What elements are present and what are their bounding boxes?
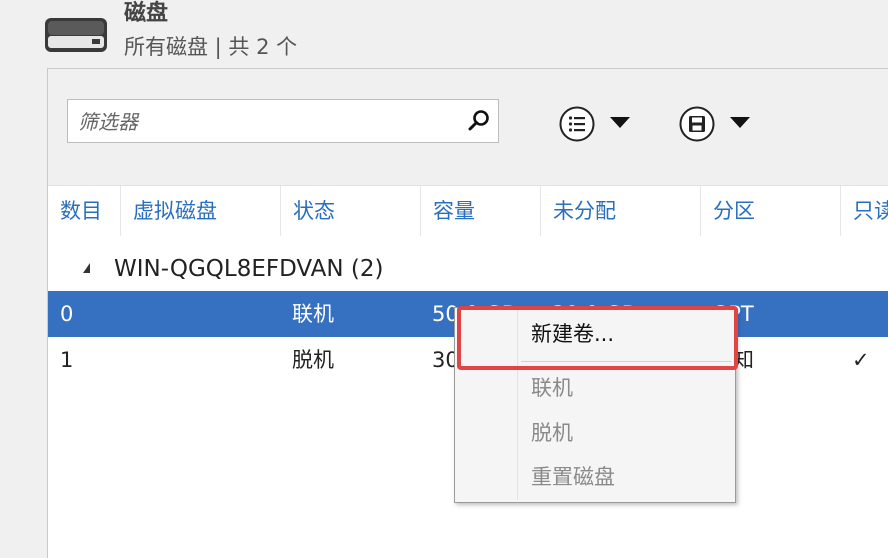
column-number[interactable]: 数目 <box>48 186 120 236</box>
filter-box <box>67 99 499 143</box>
disk-icon <box>45 18 107 52</box>
save-icon <box>679 106 715 142</box>
column-header: 数目 虚拟磁盘 状态 容量 未分配 分区 只读 <box>48 186 888 236</box>
cell-status: 联机 <box>292 302 334 326</box>
cell-status: 脱机 <box>292 348 334 372</box>
chevron-down-icon <box>610 117 630 128</box>
context-menu: 新建卷... 联机 脱机 重置磁盘 <box>454 307 736 503</box>
column-status[interactable]: 状态 <box>280 186 420 236</box>
server-manager-disks-view: 磁盘 所有磁盘 | 共 2 个 筛选器 数目 虚拟磁盘 状态 容量 未分配 分区… <box>0 0 888 558</box>
view-options-button[interactable] <box>558 103 638 143</box>
column-partition[interactable]: 分区 <box>700 186 840 236</box>
menu-item-online[interactable]: 联机 <box>531 368 573 408</box>
list-icon <box>559 106 595 142</box>
search-icon[interactable] <box>466 108 492 134</box>
save-options-button[interactable] <box>678 103 758 143</box>
toolbar <box>48 69 888 186</box>
column-readonly[interactable]: 只读 <box>840 186 888 236</box>
column-virtual-disk[interactable]: 虚拟磁盘 <box>120 186 280 236</box>
menu-gutter <box>517 310 518 500</box>
page-subtitle: 所有磁盘 | 共 2 个 <box>124 35 298 59</box>
menu-item-offline[interactable]: 脱机 <box>531 413 573 453</box>
filter-input[interactable] <box>76 106 460 138</box>
collapse-triangle-icon[interactable] <box>83 263 90 273</box>
menu-item-reset-disk[interactable]: 重置磁盘 <box>531 457 615 497</box>
page-title: 磁盘 <box>124 1 169 26</box>
cell-number: 1 <box>60 348 74 372</box>
cell-readonly: ✓ <box>852 348 870 372</box>
chevron-down-icon <box>730 117 750 128</box>
cell-number: 0 <box>60 302 74 326</box>
column-capacity[interactable]: 容量 <box>420 186 540 236</box>
menu-separator <box>521 361 731 362</box>
server-group[interactable]: WIN-QGQL8EFDVAN (2) <box>48 247 888 293</box>
column-unallocated[interactable]: 未分配 <box>540 186 700 236</box>
server-group-label: WIN-QGQL8EFDVAN (2) <box>114 256 384 282</box>
menu-item-new-volume[interactable]: 新建卷... <box>531 314 614 354</box>
